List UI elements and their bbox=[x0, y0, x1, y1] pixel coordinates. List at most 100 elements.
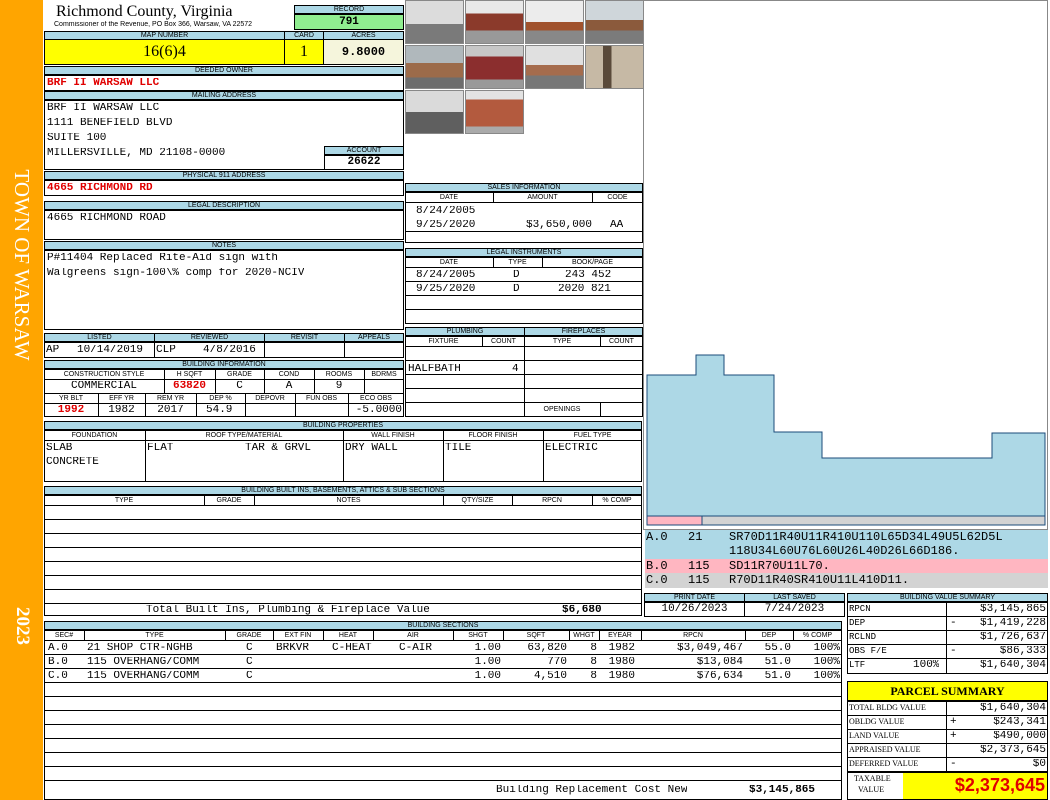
section-dep: 51.0 bbox=[764, 671, 791, 682]
section-grade: C bbox=[246, 657, 253, 668]
dep-value: 54.9 bbox=[206, 405, 233, 416]
physical-address-label: PHYSICAL 911 ADDRESS bbox=[44, 171, 404, 180]
cond-label: COND bbox=[278, 371, 300, 378]
sketch-text-2: 118U34L60U76L60U26L40D26L66D186. bbox=[729, 545, 960, 557]
sections-col: WHGT bbox=[573, 632, 595, 639]
builtins-qty-col: QTY/SIZE bbox=[461, 497, 494, 504]
parcel-row-label: DEFERRED VALUE bbox=[849, 760, 919, 768]
wall-finish-label: WALL FINISH bbox=[371, 432, 415, 439]
construction-style: COMMERCIAL bbox=[70, 381, 137, 392]
commissioner-line: Commissioner of the Revenue, PO Box 366,… bbox=[54, 21, 253, 28]
summary-ltf-pct: 100% bbox=[913, 660, 940, 671]
effyr-value: 1982 bbox=[108, 405, 135, 416]
plumbing-count-col: COUNT bbox=[491, 338, 516, 345]
builtins-total-label: Total Built Ins, Plumbing & Fireplace Va… bbox=[146, 605, 430, 616]
fuel-type-label: FUEL TYPE bbox=[573, 432, 612, 439]
instrument-book: 243 452 bbox=[565, 270, 612, 281]
section-sec: A.0 bbox=[48, 643, 68, 654]
section-type: 115 OVERHANG/COMM bbox=[87, 657, 200, 668]
legal-description: 4665 RICHMOND ROAD bbox=[47, 213, 166, 224]
instrument-book: 2020 821 bbox=[558, 284, 611, 295]
record-label: RECORD bbox=[294, 5, 404, 14]
foundation-1: SLAB bbox=[46, 443, 73, 454]
section-sec: C.0 bbox=[48, 671, 68, 682]
builtins-type-col: TYPE bbox=[114, 497, 134, 504]
listed-date: 10/14/2019 bbox=[77, 345, 144, 356]
notes-line-1: P#11404 Replaced Rite-Aid sign with bbox=[47, 253, 279, 264]
sections-col: SEC# bbox=[54, 632, 74, 639]
section-comp: 100% bbox=[813, 643, 840, 654]
section-grade: C bbox=[246, 643, 253, 654]
fuel-type: ELECTRIC bbox=[545, 443, 598, 454]
fireplaces-label: FIREPLACES bbox=[524, 327, 643, 336]
roof-label: ROOF TYPE/MATERIAL bbox=[205, 432, 283, 439]
section-rpcn: $13,084 bbox=[696, 657, 743, 668]
sketch-section-b bbox=[646, 515, 703, 526]
grade-value: C bbox=[236, 381, 243, 392]
deeded-owner-label: DEEDED OWNER bbox=[44, 66, 404, 75]
notes-line-2: Walgreens sign-100\% comp for 2020-NCIV bbox=[47, 268, 305, 279]
mailing-line-4: MILLERSVILLE, MD 21108-0000 bbox=[47, 148, 226, 159]
fireplace-openings-label: OPENINGS bbox=[543, 406, 581, 413]
sales-row-date: 9/25/2020 bbox=[416, 220, 476, 231]
legal-description-label: LEGAL DESCRIPTION bbox=[44, 201, 404, 210]
section-ext: BRKVR bbox=[276, 643, 310, 654]
effyr-label: EFF YR bbox=[109, 395, 134, 402]
rooms-value: 9 bbox=[335, 381, 343, 392]
listed-label: LISTED bbox=[44, 333, 155, 342]
instrument-date: 8/24/2005 bbox=[416, 270, 476, 281]
plumbing-count: 4 bbox=[512, 364, 519, 375]
sections-col: TYPE bbox=[145, 632, 164, 639]
sections-col: EYEAR bbox=[608, 632, 632, 639]
section-whgt: 8 bbox=[590, 671, 597, 682]
instrument-book-col: BOOK/PAGE bbox=[571, 259, 614, 266]
sketch-drawing bbox=[646, 354, 1046, 526]
sections-col: SQFT bbox=[526, 632, 546, 639]
reviewed-date: 4/8/2016 bbox=[203, 345, 256, 356]
value-summary-label: BUILDING VALUE SUMMARY bbox=[847, 593, 1048, 602]
sales-code-col: CODE bbox=[607, 194, 628, 201]
depovr-label: DEPOVR bbox=[255, 395, 285, 402]
remyr-value: 2017 bbox=[157, 405, 184, 416]
parcel-row-label: APPRAISED VALUE bbox=[849, 746, 921, 754]
summary-rclnd-label: RCLND bbox=[849, 633, 877, 642]
section-rpcn: $76,634 bbox=[696, 671, 743, 682]
property-photo bbox=[465, 45, 524, 89]
tax-year: 2023 bbox=[12, 607, 33, 645]
parcel-row-value: $243,341 bbox=[993, 717, 1046, 728]
mailing-line-3: SUITE 100 bbox=[47, 133, 107, 144]
section-dep: 55.0 bbox=[764, 643, 791, 654]
builtins-notes-col: NOTES bbox=[336, 497, 361, 504]
property-photo bbox=[405, 90, 464, 134]
ecoobs-value: -5.0000 bbox=[355, 405, 402, 416]
builtins-label: BUILDING BUILT INS, BASEMENTS, ATTICS & … bbox=[44, 486, 642, 495]
parcel-row-value: $490,000 bbox=[993, 731, 1046, 742]
instrument-date: 9/25/2020 bbox=[416, 284, 476, 295]
section-shgt: 1.00 bbox=[474, 671, 501, 682]
ecoobs-label: ECO OBS bbox=[360, 395, 392, 402]
wall-finish: DRY WALL bbox=[345, 443, 398, 454]
builtins-comp-col: % COMP bbox=[602, 497, 632, 504]
card-value: 1 bbox=[284, 39, 324, 65]
town-name: TOWN OF WARSAW bbox=[10, 169, 34, 361]
builtins-grade-col: GRADE bbox=[216, 497, 242, 504]
parcel-row-value: $2,373,645 bbox=[979, 745, 1046, 756]
sketch-code: A.0 bbox=[646, 531, 668, 543]
section-eyear: 1980 bbox=[608, 671, 635, 682]
sketch-num: 115 bbox=[688, 574, 710, 586]
summary-rpcn-value: $3,145,865 bbox=[979, 604, 1046, 615]
instrument-type: D bbox=[513, 270, 520, 281]
sections-col: AIR bbox=[407, 632, 419, 639]
roof-material: TAR & GRVL bbox=[245, 443, 312, 454]
property-photo bbox=[585, 0, 644, 44]
summary-obs-label: OBS F/E bbox=[849, 647, 887, 656]
builtins-table bbox=[44, 495, 642, 616]
building-properties-label: BUILDING PROPERTIES bbox=[44, 421, 642, 430]
section-eyear: 1982 bbox=[608, 643, 635, 654]
property-photo bbox=[585, 45, 644, 89]
grade-label: GRADE bbox=[227, 371, 252, 378]
construction-style-label: CONSTRUCTION STYLE bbox=[63, 371, 145, 378]
fireplaces-table bbox=[524, 336, 643, 417]
sketch-num: 115 bbox=[688, 560, 710, 572]
legal-instruments-label: LEGAL INSTRUMENTS bbox=[405, 248, 643, 257]
